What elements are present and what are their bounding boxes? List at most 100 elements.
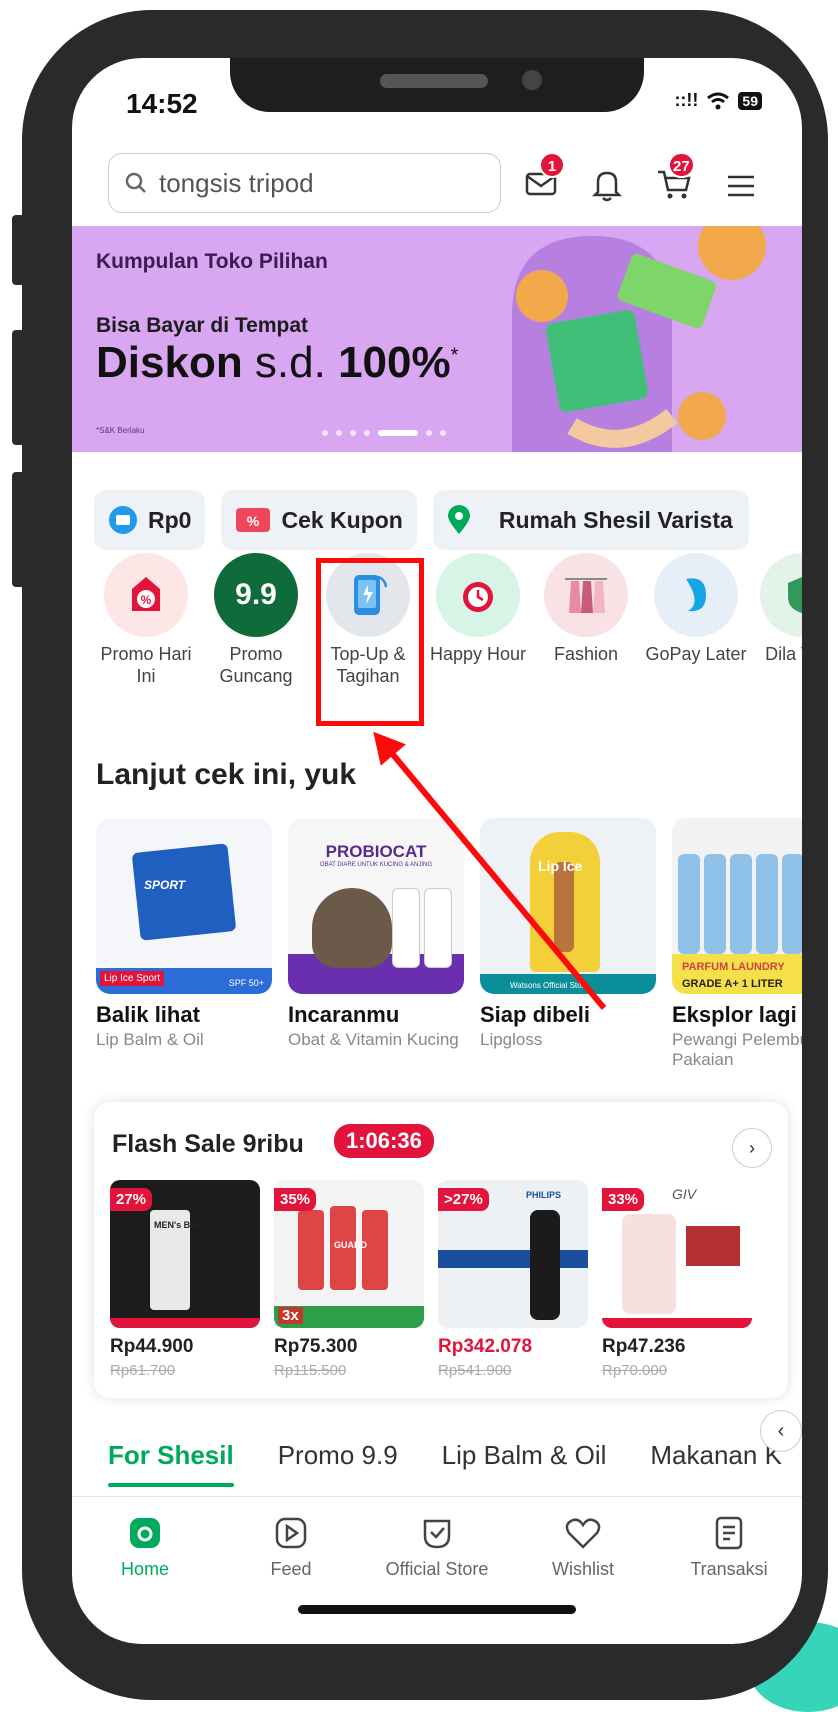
- tabs-scroll-left-button[interactable]: ‹: [760, 1410, 802, 1452]
- chevron-right-icon: ›: [749, 1137, 755, 1158]
- banner-illustration: [512, 226, 766, 452]
- card-image-text: PROBIOCAT: [325, 842, 427, 861]
- product-brand: PHILIPS: [526, 1190, 562, 1200]
- category-dila-toko[interactable]: Dila Toko: [748, 553, 802, 665]
- banner-headline-bold: Diskon: [96, 338, 243, 387]
- clothes-rack-icon: [544, 553, 628, 637]
- card-image: SPORT Lip Ice Sport SPF 50+: [96, 818, 272, 994]
- product-price: Rp44.900: [110, 1336, 194, 1357]
- coupon-pill[interactable]: % Cek Kupon: [221, 490, 417, 550]
- card-image-text: Lip Ice: [538, 858, 583, 874]
- menu-button[interactable]: [726, 174, 756, 203]
- discount-badge: 35%: [274, 1188, 317, 1211]
- svg-text:%: %: [247, 513, 260, 529]
- flash-sale-title: Flash Sale 9ribu: [112, 1130, 304, 1158]
- product-multiplier: 3x: [278, 1307, 303, 1324]
- coupon-label: Cek Kupon: [281, 506, 403, 533]
- wallet-balance-pill[interactable]: Rp0: [94, 490, 206, 550]
- flash-product-1[interactable]: MEN's Biore 27% Rp44.900 Rp61.700: [110, 1180, 260, 1379]
- product-image: GUARD 3x 35%: [274, 1180, 424, 1328]
- product-brand: MEN's Biore: [154, 1220, 207, 1230]
- receipt-icon: [715, 1516, 743, 1550]
- promo-tag-icon: %: [104, 553, 188, 637]
- pagination-dot: [426, 430, 432, 436]
- tab-makanan[interactable]: Makanan K: [650, 1440, 782, 1471]
- battery-icon: 59: [738, 91, 762, 110]
- card-subtitle: Pewangi Pelembut Pakaian: [672, 1030, 802, 1069]
- category-happy-hour[interactable]: Happy Hour: [424, 553, 532, 665]
- banner-headline-rest: s.d.: [242, 338, 339, 387]
- pagination-dot: [440, 430, 446, 436]
- flash-sale-section: Flash Sale 9ribu 1:06:36 › MEN's Biore 2…: [94, 1102, 788, 1398]
- cart-badge: 27: [668, 152, 695, 178]
- notch: [230, 58, 644, 112]
- pagination-dot: [336, 430, 342, 436]
- alarm-clock-icon: [436, 553, 520, 637]
- tab-promo-9-9[interactable]: Promo 9.9: [278, 1440, 398, 1471]
- nav-wishlist[interactable]: Wishlist: [510, 1513, 656, 1580]
- nav-official-store[interactable]: Official Store: [364, 1513, 510, 1580]
- category-promo-hari-ini[interactable]: % Promo Hari Ini: [92, 553, 200, 687]
- pagination-dot-active: [378, 430, 418, 436]
- flash-product-2[interactable]: GUARD 3x 35% Rp75.300 Rp115.500: [274, 1180, 424, 1379]
- nav-transaksi[interactable]: Transaksi: [656, 1513, 802, 1580]
- status-time: 14:52: [126, 88, 198, 119]
- product-price: Rp75.300: [274, 1336, 358, 1357]
- side-button: [12, 215, 26, 285]
- pagination-dot: [350, 430, 356, 436]
- nav-home[interactable]: Home: [72, 1513, 218, 1580]
- volume-up-button: [12, 330, 26, 445]
- search-bar[interactable]: [108, 153, 501, 213]
- category-label: Promo Guncang: [219, 644, 293, 686]
- pagination-dot: [364, 430, 370, 436]
- card-subtitle: Lipgloss: [480, 1030, 543, 1049]
- signal-icon: ::!!: [674, 90, 699, 110]
- discount-badge: 27%: [110, 1188, 153, 1211]
- product-image: PHILIPS >27%: [438, 1180, 588, 1328]
- category-promo-guncang[interactable]: 9.9 Promo Guncang: [202, 553, 310, 687]
- svg-text:%: %: [141, 593, 152, 607]
- recent-card-pewangi[interactable]: PARFUM LAUNDRY GRADE A+ 1 LITER Eksplor …: [672, 818, 802, 1070]
- status-indicators: ::!! 59: [674, 90, 762, 111]
- card-image-text: PARFUM LAUNDRY: [682, 961, 785, 973]
- nav-label: Wishlist: [552, 1559, 614, 1579]
- flash-sale-see-all-button[interactable]: ›: [732, 1128, 772, 1168]
- category-label: Dila Toko: [765, 644, 802, 664]
- recent-card-obat-kucing[interactable]: PROBIOCAT OBAT DIARE UNTUK KUCING & ANJI…: [288, 818, 464, 1050]
- product-old-price: Rp61.700: [110, 1362, 176, 1379]
- nav-feed[interactable]: Feed: [218, 1513, 364, 1580]
- hamburger-menu-icon: [728, 175, 754, 197]
- tab-lip-balm-oil[interactable]: Lip Balm & Oil: [442, 1440, 607, 1471]
- card-subtitle: Obat & Vitamin Kucing: [288, 1030, 459, 1049]
- recent-card-lip-balm[interactable]: SPORT Lip Ice Sport SPF 50+ Balik lihat …: [96, 818, 272, 1050]
- flash-product-3[interactable]: PHILIPS >27% Rp342.078 Rp541.900: [438, 1180, 588, 1379]
- promo-banner[interactable]: Kumpulan Toko Pilihan Bisa Bayar di Temp…: [72, 226, 802, 452]
- banner-headline-pct: 100%: [338, 338, 451, 387]
- category-gopay-later[interactable]: GoPay Later: [642, 553, 750, 665]
- flash-product-4[interactable]: GIV 33% Rp47.236 Rp70.000: [602, 1180, 752, 1379]
- cart-button[interactable]: 27: [656, 152, 695, 205]
- category-label: Happy Hour: [429, 644, 527, 664]
- card-image-text-2: OBAT DIARE UNTUK KUCING & ANJING: [319, 862, 433, 868]
- product-old-price: Rp70.000: [602, 1362, 668, 1379]
- notification-button[interactable]: [591, 168, 623, 207]
- discount-badge: >27%: [438, 1188, 489, 1211]
- product-old-price: Rp541.900: [438, 1362, 512, 1379]
- wallet-icon: [109, 506, 137, 534]
- banner-kicker: Kumpulan Toko Pilihan: [96, 250, 328, 273]
- card-title: Balik lihat: [96, 1002, 200, 1027]
- tab-for-shesil[interactable]: For Shesil: [108, 1440, 234, 1487]
- category-fashion[interactable]: Fashion: [532, 553, 640, 665]
- chevron-left-icon: ‹: [777, 1419, 785, 1442]
- product-brand: GUARD: [334, 1240, 367, 1250]
- recent-card-lipgloss[interactable]: Lip Ice Watsons Official Store Siap dibe…: [480, 818, 656, 1050]
- inbox-button[interactable]: 1: [525, 152, 565, 203]
- mail-badge: 1: [539, 152, 565, 178]
- search-input[interactable]: [157, 166, 461, 200]
- address-pill[interactable]: Rumah Shesil Varista: [432, 490, 749, 550]
- wifi-icon: [707, 92, 730, 109]
- banner-headline: Diskon s.d. 100%*: [96, 338, 458, 388]
- phone-screen: 14:52 ::!! 59 1 27 Kumpulan Toko Pilihan…: [72, 58, 802, 1644]
- nav-label: Official Store: [385, 1559, 489, 1579]
- card-image-text-2: GRADE A+ 1 LITER: [682, 978, 783, 990]
